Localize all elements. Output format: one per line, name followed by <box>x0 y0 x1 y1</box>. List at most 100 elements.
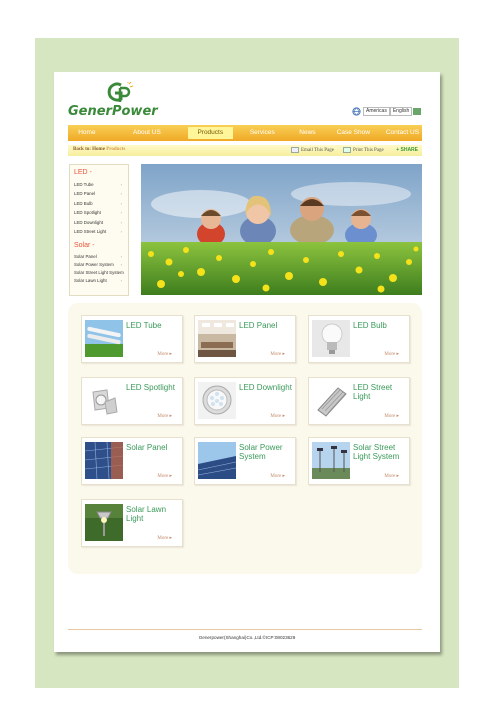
solar-lawn-light-icon <box>85 504 123 541</box>
sidebar-item-led-panel[interactable]: LED Panel › <box>70 189 128 198</box>
chevron-right-icon: › <box>120 200 122 206</box>
sidebar-item-led-tube[interactable]: LED Tube › <box>70 180 128 189</box>
product-title: LED Spotlight <box>126 383 175 392</box>
more-link[interactable]: More ▸ <box>384 413 399 419</box>
print-page-link[interactable]: Print This Page <box>343 147 384 153</box>
chevron-right-icon: › <box>120 278 122 284</box>
sidebar: LED - LED Tube › LED Panel › LED Bulb › LED… <box>69 164 129 296</box>
sidebar-item-label: Solar Panel <box>74 254 97 260</box>
sidebar-item-led-downlight[interactable]: LED Downlight › <box>70 218 128 227</box>
sidebar-item-led-bulb[interactable]: LED Bulb › <box>70 199 128 208</box>
logo[interactable]: GenerPower <box>68 82 188 122</box>
hero-banner <box>141 164 422 295</box>
product-title: LED Bulb <box>353 321 387 330</box>
product-title: LED Downlight <box>239 383 292 392</box>
chevron-right-icon: › <box>120 228 122 234</box>
sidebar-item-label: LED Tube <box>74 182 94 187</box>
more-link[interactable]: More ▸ <box>270 351 285 357</box>
sidebar-heading-led[interactable]: LED - <box>74 169 128 176</box>
footer-divider <box>68 629 422 630</box>
more-link[interactable]: More ▸ <box>157 535 172 541</box>
sidebar-heading-solar[interactable]: Solar - <box>74 242 128 249</box>
sidebar-item-led-street-light[interactable]: LED Street Light › <box>70 227 128 236</box>
led-bulb-icon <box>312 320 350 357</box>
more-link[interactable]: More ▸ <box>384 473 399 479</box>
sidebar-item-label: Solar Power System <box>74 262 114 268</box>
product-card-led-tube[interactable]: LED Tube More ▸ <box>81 315 183 363</box>
more-link[interactable]: More ▸ <box>157 351 172 357</box>
solar-panel-icon <box>85 442 123 479</box>
more-link[interactable]: More ▸ <box>270 413 285 419</box>
product-card-solar-lawn-light[interactable]: Solar Lawn Light More ▸ <box>81 499 183 547</box>
product-title: Solar Panel <box>126 443 168 452</box>
email-page-label: Email This Page <box>301 147 334 153</box>
print-page-label: Print This Page <box>353 147 384 153</box>
more-link[interactable]: More ▸ <box>270 473 285 479</box>
sidebar-item-label: LED Downlight <box>74 219 104 225</box>
nav-products[interactable]: Products <box>188 127 233 139</box>
nav-case-show[interactable]: Case Show <box>334 127 373 139</box>
led-tube-icon <box>85 320 123 357</box>
language-selector[interactable]: Americas English <box>352 107 422 116</box>
hero-banner-image <box>141 164 422 295</box>
sidebar-item-solar-street-light-system[interactable]: Solar Street Light System <box>70 269 128 277</box>
nav-services[interactable]: Services <box>245 127 281 139</box>
nav-home[interactable]: Home <box>70 127 104 139</box>
sub-toolbar: Back to: Home Products Email This Page P… <box>68 145 422 156</box>
email-page-link[interactable]: Email This Page <box>291 147 334 153</box>
chevron-right-icon: › <box>120 210 122 216</box>
product-card-led-bulb[interactable]: LED Bulb More ▸ <box>308 315 410 363</box>
nav-contact-us[interactable]: Contact US <box>383 127 422 139</box>
region-select[interactable]: Americas <box>363 107 390 116</box>
globe-icon <box>352 107 361 116</box>
sidebar-item-solar-lawn-light[interactable]: Solar Lawn Light › <box>70 277 128 285</box>
product-title: Solar Lawn Light <box>126 505 167 523</box>
led-street-light-icon <box>312 382 350 419</box>
more-link[interactable]: More ▸ <box>157 473 172 479</box>
sidebar-item-label: LED Bulb <box>74 200 93 206</box>
chevron-right-icon: › <box>120 254 122 260</box>
chevron-right-icon: › <box>120 219 122 225</box>
main-nav: Home About US Products Services News Cas… <box>68 125 422 141</box>
chevron-right-icon: › <box>120 182 122 187</box>
product-card-led-downlight[interactable]: LED Downlight More ▸ <box>194 377 296 425</box>
product-card-led-street-light[interactable]: LED Street Light More ▸ <box>308 377 410 425</box>
breadcrumb-home[interactable]: Home <box>92 147 105 152</box>
product-grid: LED Tube More ▸ LED Panel More ▸ LED Bul… <box>68 303 422 574</box>
sidebar-item-led-spotlight[interactable]: LED Spotlight › <box>70 208 128 217</box>
breadcrumb: Back to: Home Products <box>73 147 125 152</box>
solar-street-light-icon <box>312 442 350 479</box>
solar-power-system-icon <box>198 442 236 479</box>
chevron-right-icon: › <box>120 191 122 197</box>
breadcrumb-current: Products <box>106 147 126 152</box>
product-card-solar-power-system[interactable]: Solar Power System More ▸ <box>194 437 296 485</box>
page: GenerPower Americas English Home About U… <box>54 72 440 652</box>
share-button[interactable]: + SHARE <box>396 147 418 153</box>
brand-name: GenerPower <box>68 104 158 119</box>
sidebar-item-label: LED Street Light <box>74 228 107 234</box>
nav-news[interactable]: News <box>294 127 321 139</box>
product-card-solar-street-light-system[interactable]: Solar Street Light System More ▸ <box>308 437 410 485</box>
language-select[interactable]: English <box>389 107 413 116</box>
print-icon <box>343 147 351 153</box>
breadcrumb-prefix: Back to: <box>73 147 91 152</box>
language-go-button[interactable] <box>413 108 422 115</box>
more-link[interactable]: More ▸ <box>157 413 172 419</box>
sidebar-item-label: LED Panel <box>74 191 95 197</box>
product-title: Solar Street Light System <box>353 443 400 461</box>
product-title: LED Street Light <box>353 383 393 401</box>
chevron-right-icon: › <box>120 262 122 268</box>
product-card-led-spotlight[interactable]: LED Spotlight More ▸ <box>81 377 183 425</box>
footer-copyright: Generpower(Shanghai)Co.,Ltd.©ICP:0802362… <box>198 635 296 640</box>
product-title: Solar Power System <box>239 443 283 461</box>
product-card-led-panel[interactable]: LED Panel More ▸ <box>194 315 296 363</box>
product-card-solar-panel[interactable]: Solar Panel More ▸ <box>81 437 183 485</box>
sidebar-item-label: Solar Street Light System <box>74 270 124 276</box>
sidebar-item-label: LED Spotlight <box>74 210 101 216</box>
nav-about-us[interactable]: About US <box>124 127 170 139</box>
more-link[interactable]: More ▸ <box>384 351 399 357</box>
sidebar-item-solar-power-system[interactable]: Solar Power System › <box>70 261 128 269</box>
sidebar-item-label: Solar Lawn Light <box>74 278 107 284</box>
sidebar-item-solar-panel[interactable]: Solar Panel › <box>70 253 128 261</box>
product-title: LED Tube <box>126 321 162 330</box>
